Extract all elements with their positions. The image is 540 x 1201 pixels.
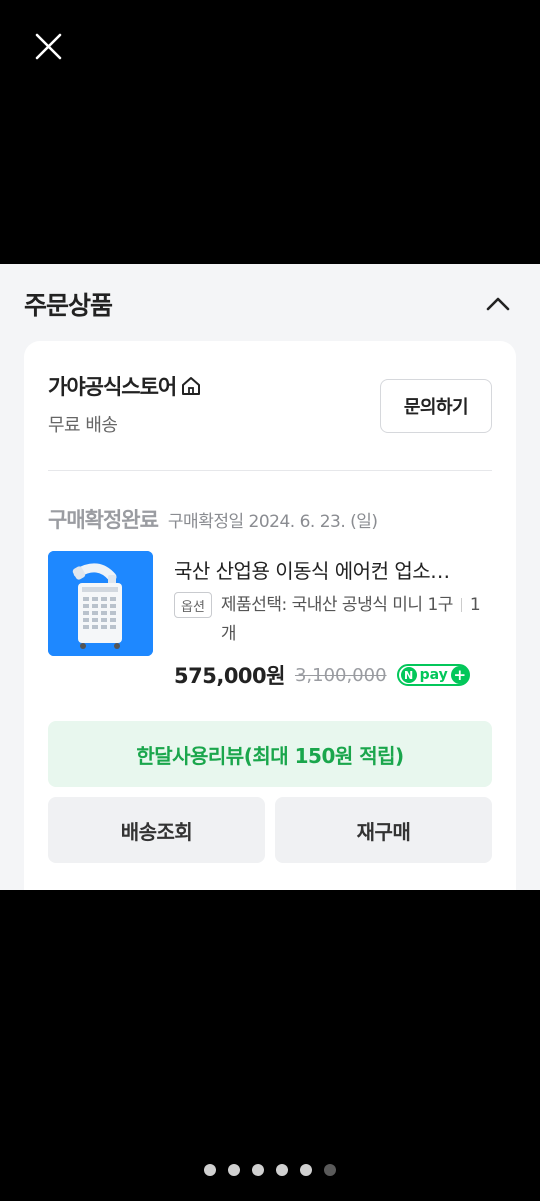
store-name: 가야공식스토어 [48, 375, 177, 399]
npay-label: pay [419, 667, 448, 683]
chevron-up-icon[interactable] [480, 286, 516, 322]
page-dot[interactable] [300, 1164, 312, 1176]
page-dot[interactable] [228, 1164, 240, 1176]
option-value: 제품선택: 국내산 공냉식 미니 1구 [220, 595, 453, 615]
page-dot[interactable] [324, 1164, 336, 1176]
option-text: 제품선택: 국내산 공냉식 미니 1구 1개 [221, 591, 494, 649]
product-title[interactable]: 국산 산업용 이동식 에어컨 업소… [174, 555, 486, 584]
order-card: 가야공식스토어 무료 배송 문의하기 구매확정완료 구매확정일 2024. 6.… [24, 341, 516, 890]
page-indicator [0, 1164, 540, 1176]
plus-icon: + [450, 666, 469, 684]
sheet-header: 주문상품 [24, 282, 516, 326]
price: 575,000원 [174, 664, 285, 688]
rebuy-button[interactable]: 재구매 [275, 797, 492, 863]
inquiry-button[interactable]: 문의하기 [380, 379, 492, 433]
page-dot[interactable] [252, 1164, 264, 1176]
close-icon [35, 33, 62, 60]
page-dot[interactable] [276, 1164, 288, 1176]
home-icon [180, 375, 202, 397]
npay-plus-badge: N pay + [396, 664, 470, 686]
store-link[interactable]: 가야공식스토어 [48, 371, 202, 401]
write-review-button[interactable]: 한달사용리뷰(최대 150원 적립) [48, 721, 492, 787]
close-button[interactable] [28, 28, 68, 68]
divider [48, 470, 492, 471]
price-row: 575,000원 3,100,000 N pay + [174, 660, 470, 690]
order-status: 구매확정완료 구매확정일 2024. 6. 23. (일) [48, 504, 378, 534]
section-title: 주문상품 [24, 291, 113, 320]
track-delivery-button[interactable]: 배송조회 [48, 797, 265, 863]
option-badge: 옵션 [174, 592, 212, 618]
store-info: 가야공식스토어 무료 배송 [48, 371, 202, 437]
confirm-date: 구매확정일 2024. 6. 23. (일) [167, 512, 378, 532]
product-item[interactable]: 국산 산업용 이동식 에어컨 업소… 옵션 제품선택: 국내산 공냉식 미니 1… [48, 551, 492, 691]
product-thumbnail[interactable] [48, 551, 153, 656]
page-dot[interactable] [204, 1164, 216, 1176]
quantity-separator [460, 598, 462, 612]
original-price: 3,100,000 [294, 664, 387, 686]
npay-n-icon: N [400, 667, 417, 683]
product-option: 옵션 제품선택: 국내산 공냉식 미니 1구 1개 [174, 591, 494, 649]
order-items-sheet: 주문상품 가야공식스토어 무료 배송 문의하기 구매확정완료 구매확정일 202… [0, 264, 540, 890]
shipping-info: 무료 배송 [48, 415, 118, 436]
status-label: 구매확정완료 [48, 508, 159, 532]
